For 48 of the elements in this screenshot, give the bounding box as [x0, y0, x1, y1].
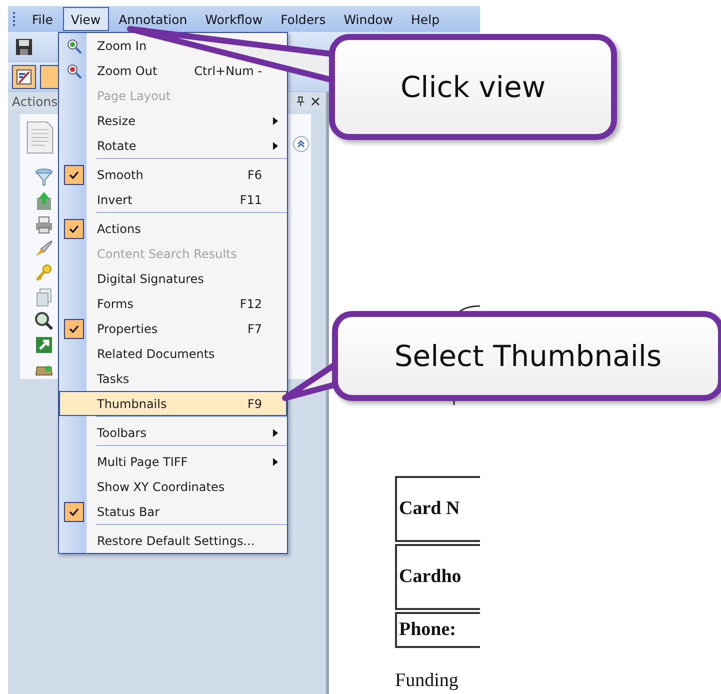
document-text: Funding [395, 670, 460, 692]
checkmark-icon [68, 170, 78, 178]
magnifier-icon [34, 311, 54, 331]
menu-item[interactable]: Toolbars [59, 420, 287, 445]
menu-item[interactable]: Tasks [59, 366, 287, 391]
pin-icon[interactable] [296, 96, 305, 106]
form-field: Card N [395, 476, 480, 542]
menu-item[interactable]: Properties F7 [59, 316, 287, 341]
grip-icon [12, 10, 16, 28]
menu-title[interactable]: File [24, 7, 61, 31]
callout: Click view [329, 34, 617, 140]
key-icon [34, 263, 54, 283]
close-icon[interactable] [311, 96, 320, 106]
menu-item[interactable]: Actions [59, 216, 287, 241]
menu-item[interactable]: Digital Signatures [59, 266, 287, 291]
menu-title[interactable]: View [62, 7, 109, 31]
menu-item[interactable]: Restore Default Settings... [59, 528, 287, 553]
menu-item[interactable]: Rotate [59, 133, 287, 158]
menu-title[interactable]: Annotation [110, 7, 196, 31]
checkmark-icon [68, 508, 78, 516]
printer-icon [34, 215, 54, 235]
document-icon [25, 120, 55, 155]
menu-title[interactable]: Workflow [197, 7, 271, 31]
menu-item[interactable]: Multi Page TIFF [59, 449, 287, 474]
checkmark-icon [68, 324, 78, 332]
menu-item[interactable]: Related Documents [59, 341, 287, 366]
pages-icon [34, 287, 54, 307]
menu-item[interactable]: Smooth F6 [59, 162, 287, 187]
zoom-in-icon [66, 38, 82, 54]
panel-title: Actions [12, 94, 58, 108]
menu-title[interactable]: Help [403, 7, 448, 31]
collapse-icon[interactable] [293, 136, 309, 152]
checkmark-icon [68, 224, 78, 232]
form-field: Phone: [395, 612, 480, 648]
menu-title[interactable]: Window [336, 7, 402, 31]
menu-item[interactable]: Show XY Coordinates [59, 474, 287, 499]
upload-icon [34, 191, 54, 211]
menu-item[interactable]: Status Bar [59, 499, 287, 524]
menu-item[interactable]: Forms F12 [59, 291, 287, 316]
callout: Select Thumbnails [332, 311, 721, 401]
menu-title[interactable]: Folders [272, 7, 334, 31]
form-field: Cardho [395, 544, 480, 610]
menu-item[interactable]: Thumbnails F9 [59, 391, 287, 416]
menu-item[interactable]: Invert F11 [59, 187, 287, 212]
menu-item[interactable]: Resize [59, 108, 287, 133]
funnel-icon [34, 167, 54, 187]
annotation-button[interactable] [12, 64, 36, 88]
zoom-out-icon [66, 62, 82, 78]
